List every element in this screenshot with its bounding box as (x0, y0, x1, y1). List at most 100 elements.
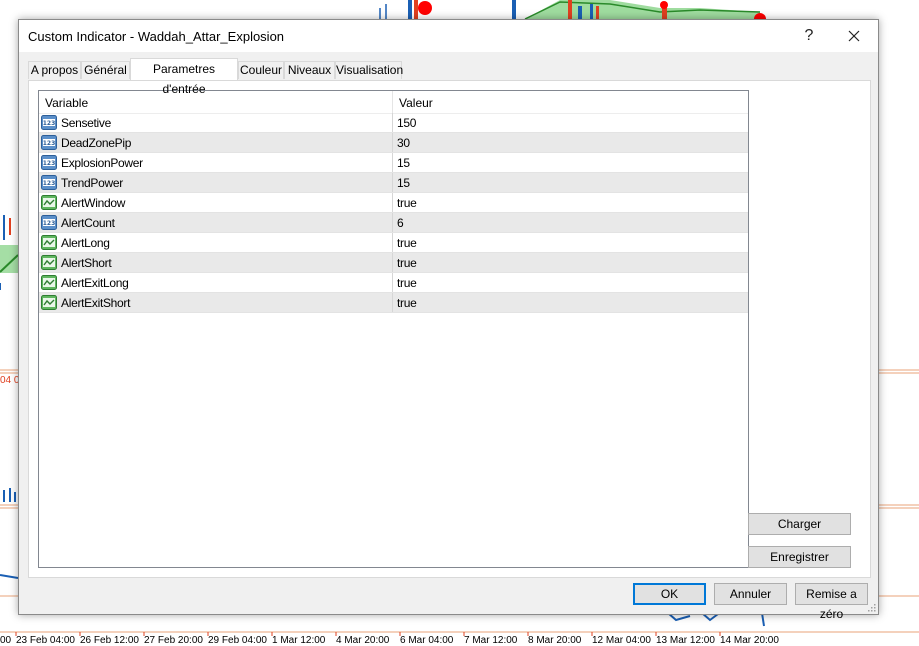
date-label: 1 Mar 12:00 (272, 635, 326, 646)
table-row[interactable]: AlertLong true (39, 233, 748, 253)
boolean-chart-icon (41, 255, 57, 270)
date-label: 8 Mar 20:00 (528, 635, 582, 646)
candle (408, 0, 412, 19)
cancel-button[interactable]: Annuler (714, 583, 787, 605)
date-label: 23 Feb 04:00 (16, 635, 75, 646)
table-row[interactable]: 123 ExplosionPower 15 (39, 153, 748, 173)
date-label: 12 Mar 04:00 (592, 635, 651, 646)
variable-value[interactable]: 30 (397, 136, 410, 150)
variable-value[interactable]: true (397, 196, 417, 210)
boolean-chart-icon (41, 295, 57, 310)
date-label: 13 Mar 12:00 (656, 635, 715, 646)
variable-value[interactable]: true (397, 256, 417, 270)
date-label: 27 Feb 20:00 (144, 635, 203, 646)
column-divider (392, 173, 393, 192)
svg-text:123: 123 (43, 180, 56, 187)
variable-name: Sensetive (61, 116, 111, 130)
variable-name: DeadZonePip (61, 136, 132, 150)
column-divider (392, 273, 393, 292)
column-divider (392, 113, 393, 132)
variable-name: AlertExitShort (61, 296, 131, 310)
trend-line (0, 574, 19, 579)
candle (512, 0, 516, 19)
tab-general[interactable]: Général (81, 61, 130, 79)
close-icon (848, 30, 860, 42)
parameters-grid: Variable Valeur 123 Sensetive 150 123 DeadZo… (38, 90, 749, 568)
boolean-chart-icon (41, 195, 57, 210)
svg-text:123: 123 (43, 160, 56, 167)
column-divider (392, 133, 393, 152)
numeric-123-icon: 123 (41, 135, 57, 150)
variable-name: AlertWindow (61, 196, 126, 210)
side-price-label: 04 0 (0, 375, 20, 386)
column-divider (392, 233, 393, 252)
table-row[interactable]: AlertExitShort true (39, 293, 748, 313)
tab-couleur[interactable]: Couleur (238, 61, 284, 79)
svg-text:123: 123 (43, 140, 56, 147)
table-row[interactable]: AlertWindow true (39, 193, 748, 213)
variable-name: AlertExitLong (61, 276, 129, 290)
date-label: 29 Feb 04:00 (208, 635, 267, 646)
tab-visualisation[interactable]: Visualisation (335, 61, 403, 79)
numeric-123-icon: 123 (41, 155, 57, 170)
window-title: Custom Indicator - Waddah_Attar_Explosio… (28, 29, 285, 44)
variable-value[interactable]: true (397, 236, 417, 250)
column-divider[interactable] (392, 91, 393, 113)
variable-name: ExplosionPower (61, 156, 143, 170)
help-button[interactable]: ? (789, 22, 829, 50)
tab-niveaux[interactable]: Niveaux (284, 61, 335, 79)
save-button[interactable]: Enregistrer (748, 546, 851, 568)
title-bar: Custom Indicator - Waddah_Attar_Explosio… (19, 20, 878, 52)
variable-value[interactable]: true (397, 296, 417, 310)
column-header-value[interactable]: Valeur (399, 96, 433, 110)
tab-a-propos[interactable]: A propos (28, 61, 81, 79)
candle (414, 0, 418, 19)
variable-value[interactable]: 6 (397, 216, 404, 230)
variable-value[interactable]: true (397, 276, 417, 290)
numeric-123-icon: 123 (41, 115, 57, 130)
variable-name: AlertCount (61, 216, 115, 230)
column-divider (392, 253, 393, 272)
variable-name: AlertLong (61, 236, 110, 250)
signal-dot (418, 1, 432, 15)
column-divider (392, 293, 393, 312)
column-header-variable[interactable]: Variable (45, 96, 88, 110)
table-row[interactable]: 123 DeadZonePip 30 (39, 133, 748, 153)
date-label: 00 (0, 635, 12, 646)
table-row[interactable]: AlertExitLong true (39, 273, 748, 293)
numeric-123-icon: 123 (41, 215, 57, 230)
ok-button[interactable]: OK (633, 583, 706, 605)
column-divider (392, 193, 393, 212)
date-label: 4 Mar 20:00 (336, 635, 390, 646)
variable-name: AlertShort (61, 256, 112, 270)
variable-name: TrendPower (61, 176, 123, 190)
resize-grip-icon[interactable] (866, 602, 876, 612)
table-row[interactable]: AlertShort true (39, 253, 748, 273)
date-label: 7 Mar 12:00 (464, 635, 518, 646)
close-button[interactable] (834, 22, 874, 50)
svg-text:123: 123 (43, 120, 56, 127)
tab-parametres-entree[interactable]: Parametres d'entrée (130, 58, 238, 96)
load-button[interactable]: Charger (748, 513, 851, 535)
date-label: 14 Mar 20:00 (720, 635, 779, 646)
boolean-chart-icon (41, 235, 57, 250)
column-divider (392, 153, 393, 172)
numeric-123-icon: 123 (41, 175, 57, 190)
table-row[interactable]: 123 Sensetive 150 (39, 113, 748, 133)
column-divider (392, 213, 393, 232)
svg-text:123: 123 (43, 220, 56, 227)
grid-header: Variable Valeur (39, 91, 748, 114)
candle (578, 6, 582, 19)
variable-value[interactable]: 15 (397, 156, 410, 170)
date-label: 26 Feb 12:00 (80, 635, 139, 646)
boolean-chart-icon (41, 275, 57, 290)
inputs-panel: Variable Valeur 123 Sensetive 150 123 DeadZo… (28, 80, 871, 578)
time-axis: 00 23 Feb 04:00 26 Feb 12:00 27 Feb 20:00 29… (0, 632, 919, 646)
variable-value[interactable]: 15 (397, 176, 410, 190)
variable-value[interactable]: 150 (397, 116, 416, 130)
table-row[interactable]: 123 AlertCount 6 (39, 213, 748, 233)
table-row[interactable]: 123 TrendPower 15 (39, 173, 748, 193)
signal-dot (660, 1, 668, 9)
reset-button[interactable]: Remise a zéro (795, 583, 868, 621)
candle (568, 0, 572, 19)
